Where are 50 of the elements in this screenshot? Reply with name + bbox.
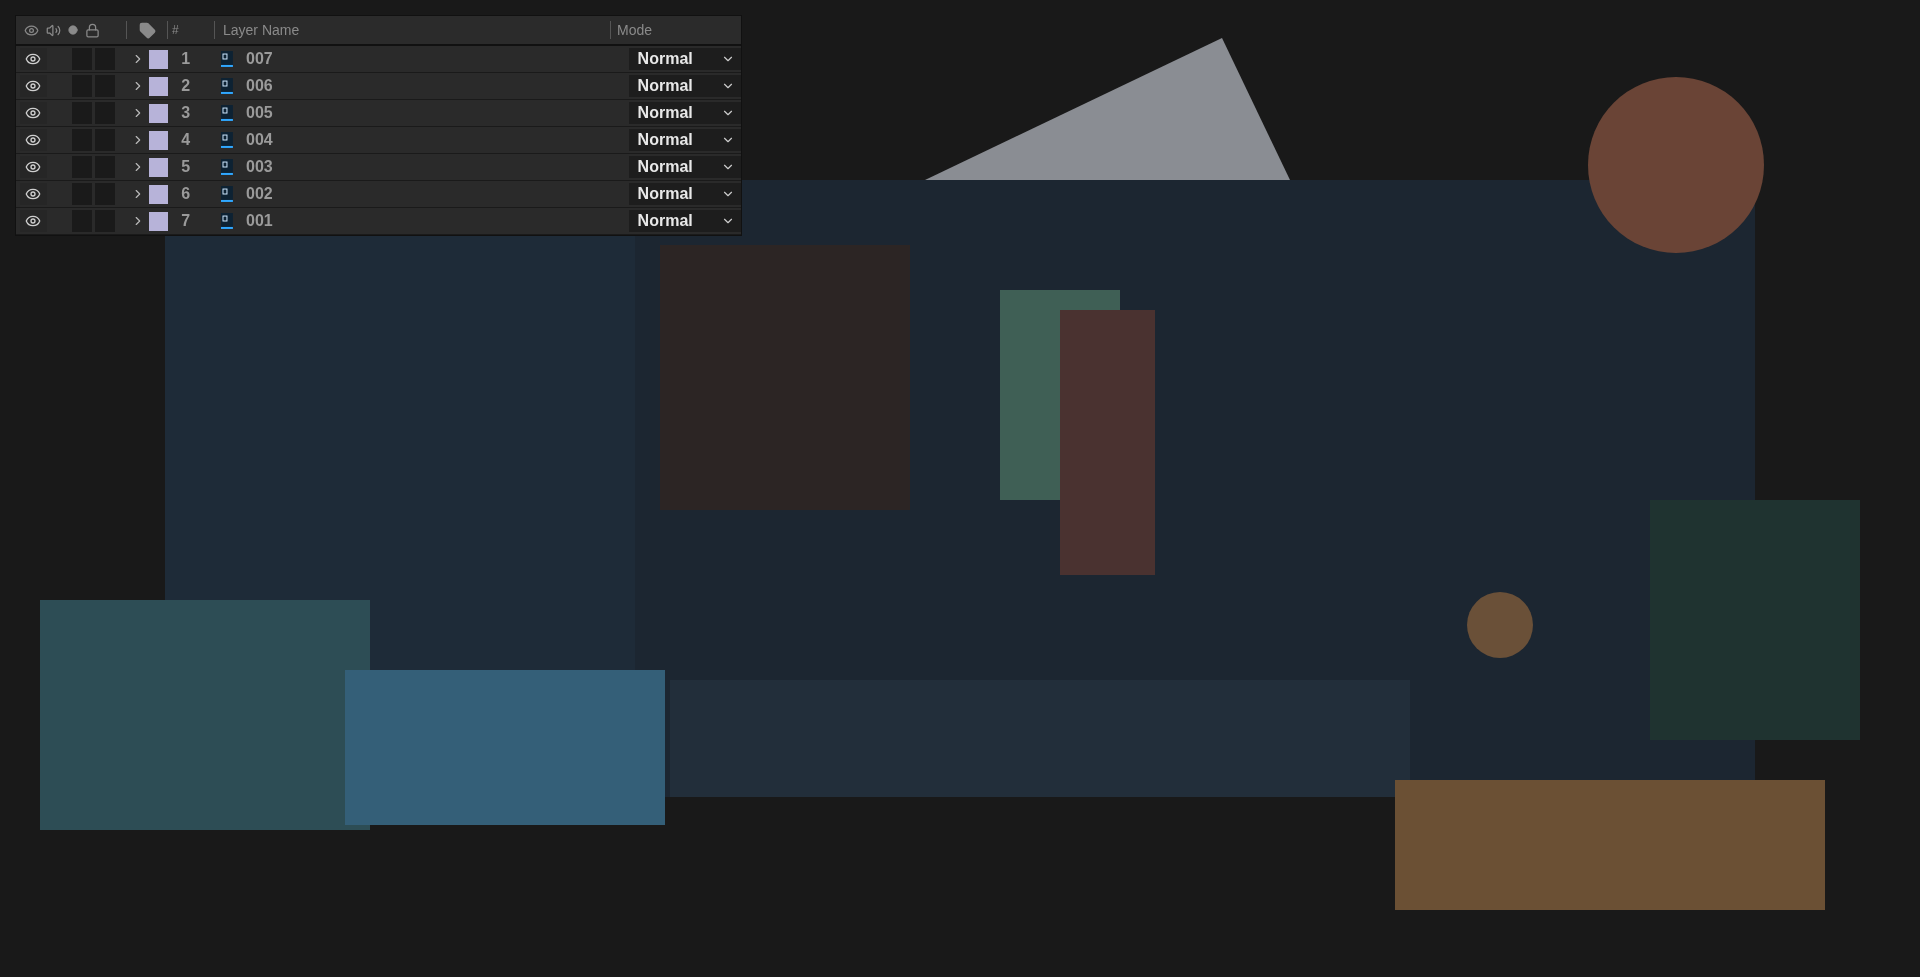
layer-name[interactable]: 007 — [246, 47, 629, 71]
speaker-icon[interactable] — [46, 22, 61, 38]
mode-dropdown[interactable]: Normal — [628, 48, 741, 70]
mode-dropdown[interactable]: Normal — [628, 129, 741, 151]
visibility-eye-icon[interactable] — [25, 186, 42, 202]
label-color-swatch[interactable] — [149, 76, 169, 96]
layer-number: 1 — [181, 49, 192, 69]
solo-dot-icon[interactable] — [68, 25, 78, 35]
layer-name[interactable]: 002 — [246, 182, 629, 206]
photoshop-file-icon — [221, 105, 234, 121]
label-color-swatch[interactable] — [149, 184, 169, 204]
mode-dropdown[interactable]: Normal — [628, 210, 741, 232]
visibility-eye-icon[interactable] — [25, 213, 42, 229]
visibility-eye-icon[interactable] — [25, 132, 42, 148]
photoshop-file-icon — [221, 159, 234, 175]
mode-column-header[interactable]: Mode — [611, 19, 653, 41]
layer-number: 6 — [181, 184, 192, 204]
layer-name[interactable]: 004 — [246, 128, 629, 152]
layer-number: 5 — [181, 157, 192, 177]
layer-number: 3 — [181, 103, 192, 123]
photoshop-file-icon — [221, 213, 234, 229]
photoshop-file-icon — [221, 51, 234, 67]
layer-name[interactable]: 003 — [246, 155, 629, 179]
mode-dropdown[interactable]: Normal — [628, 156, 741, 178]
photoshop-file-icon — [221, 78, 234, 94]
label-color-swatch[interactable] — [149, 103, 169, 123]
label-color-swatch[interactable] — [149, 49, 169, 69]
tag-icon[interactable] — [138, 21, 156, 39]
eye-icon[interactable] — [24, 22, 39, 38]
visibility-eye-icon[interactable] — [25, 105, 42, 121]
label-color-swatch[interactable] — [149, 130, 169, 150]
layer-number: 2 — [181, 76, 192, 96]
label-color-swatch[interactable] — [149, 211, 169, 231]
layer-name[interactable]: 005 — [246, 101, 629, 125]
layer-number: 7 — [181, 211, 192, 231]
visibility-eye-icon[interactable] — [25, 51, 42, 67]
label-color-swatch[interactable] — [149, 157, 169, 177]
number-column-header[interactable]: # — [168, 21, 214, 39]
mode-dropdown[interactable]: Normal — [628, 75, 741, 97]
layer-name-column-header[interactable]: Layer Name — [215, 19, 610, 41]
photoshop-file-icon — [221, 186, 234, 202]
visibility-eye-icon[interactable] — [25, 78, 42, 94]
layer-number: 4 — [181, 130, 192, 150]
mode-dropdown[interactable]: Normal — [628, 183, 741, 205]
layer-name[interactable]: 006 — [246, 74, 629, 98]
layer-name[interactable]: 001 — [246, 209, 629, 233]
mode-dropdown[interactable]: Normal — [628, 102, 741, 124]
lock-icon[interactable] — [85, 22, 100, 38]
visibility-eye-icon[interactable] — [25, 159, 42, 175]
photoshop-file-icon — [221, 132, 234, 148]
